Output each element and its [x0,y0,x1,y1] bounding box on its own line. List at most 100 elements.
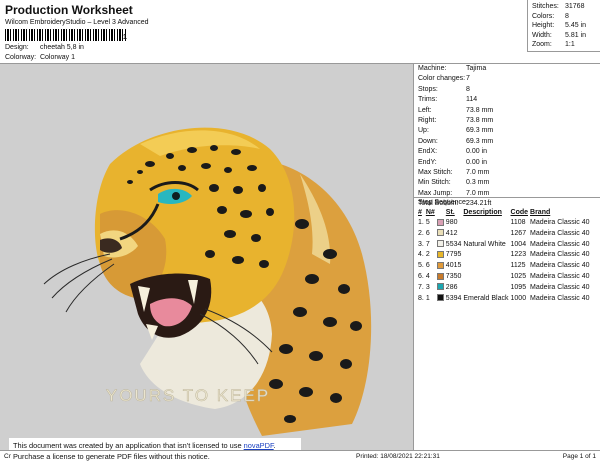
info-value: 8 [466,85,470,93]
stat-row: Width: 5.81 in [532,31,600,41]
info-value: 0.3 mm [466,179,490,187]
color-swatch [436,272,446,283]
design-value: cheetah 5,8 in [39,44,84,51]
col-header: St. [445,209,455,216]
color-swatch [436,261,446,272]
swatch-box [436,272,444,280]
stat-label: Height: [532,22,555,30]
stat-value: 8 [565,12,569,20]
stitch-count: 286 [445,283,458,291]
info-label: EndY: [418,158,437,166]
stop-sequence: Stop Sequence: # N# St. Description Code… [414,197,600,304]
info-label: Min Stitch: [418,179,451,187]
info-row: Color changes:7 [418,74,600,84]
needle-number: 3 [425,283,430,291]
stat-label: Width: [532,31,552,39]
info-label: Stops: [418,85,438,93]
stat-value: 1:1 [565,41,575,49]
info-value: 69.3 mm [466,137,494,145]
stop-sequence-table: # N# St. Description Code Brand 1. 5 980 11… [418,208,592,304]
stitch-count: 412 [445,229,458,237]
col-header: Description [463,209,502,216]
thread-brand: Madeira Classic 40 [530,251,590,259]
design-label: Design: [5,44,29,51]
stop-number: 1. [418,219,424,226]
table-row: 8. 1 5394 Emerald Black 1000 Madeira Classic … [418,294,592,305]
info-label: Left: [418,106,432,114]
info-label: EndX: [418,148,438,156]
table-header-row: # N# St. Description Code Brand [418,208,592,218]
thread-brand: Madeira Classic 40 [530,283,590,291]
info-label: Down: [418,137,438,145]
cheetah-embroidery-image: YOURS TO KEEP [43,127,372,436]
info-label: Up: [418,127,429,135]
color-swatch [436,218,446,229]
table-row: 1. 5 980 1108 Madeira Classic 40 [418,218,592,229]
stitch-count: 5394 [445,294,462,302]
needle-number: 7 [425,240,430,248]
thread-brand: Madeira Classic 40 [530,262,590,270]
info-row: Stops: 8 [418,85,600,95]
col-header [437,208,446,218]
table-row: 4. 2 7795 1223 Madeira Classic 40 [418,250,592,261]
stat-row: Colors: 8 [532,12,600,22]
info-value: 7.0 mm [466,168,490,176]
info-value: 7.0 mm [466,189,490,197]
color-swatch [436,283,446,294]
info-row: Right: 73.8 mm [418,116,600,126]
table-row: 5. 6 4015 1125 Madeira Classic 40 [418,261,592,272]
thread-brand: Madeira Classic 40 [530,272,590,280]
info-label: Max Stitch: [418,168,453,176]
thread-code: 1223 [510,251,527,259]
swatch-box [436,240,444,248]
needle-number: 6 [425,262,430,270]
stat-value: 5.81 in [565,31,587,39]
thread-description: Emerald Black [463,294,509,302]
design-preview: YOURS TO KEEP [0,63,414,450]
thread-brand: Madeira Classic 40 [530,229,590,237]
stop-number: 3. [418,240,424,248]
table-row: 2. 6 412 1267 Madeira Classic 40 [418,229,592,240]
table-row: 3. 7 5534 Natural White 1004 Madeira Classic … [418,240,592,251]
barcode-suffix: 1 [123,34,127,41]
thread-description: Natural White [463,240,506,248]
novapdf-link[interactable]: novaPDF [244,441,274,450]
info-value: 73.8 mm [466,116,494,124]
notice-text: . [273,441,276,450]
col-header: N# [425,209,435,216]
printed-timestamp: Printed: 18/08/2021 22:21:31 [356,453,440,460]
info-label: Right: [418,116,437,124]
page-footer: Cr Printed: 18/08/2021 22:21:31 Page 1 o… [0,450,600,464]
thread-code: 1125 [510,262,526,270]
info-value: 69.3 mm [466,127,494,135]
footer-left: Cr [4,453,11,460]
info-row: Max Stitch: 7.0 mm [418,168,600,178]
needle-number: 6 [425,229,430,237]
thread-description [463,218,510,229]
stop-number: 6. [418,272,424,280]
thread-description [463,229,510,240]
thread-code: 1095 [510,283,527,291]
stitch-count: 5534 [445,240,462,248]
thread-description [463,250,510,261]
color-swatch [436,229,446,240]
summary-stats: Stitches: 31768 Colors: 8 Height: 5.45 in W… [527,0,600,52]
info-row: Min Stitch: 0.3 mm [418,178,600,188]
stop-number: 4. [418,251,424,259]
stat-row: Zoom: 1:1 [532,40,600,50]
table-row: 6. 4 7350 1025 Madeira Classic 40 [418,272,592,283]
stat-row: Stitches: 31768 [532,2,600,12]
stat-value: 5.45 in [565,22,587,30]
barcode [5,29,127,41]
notice-text: This document was created by an applicat… [13,441,244,450]
info-row: Trims: 114 [418,95,600,105]
info-row: Left: 73.8 mm [418,106,600,116]
thread-code: 1108 [510,219,526,226]
thread-code: 1000 [510,294,527,302]
info-value: 7 [466,75,470,83]
needle-number: 5 [425,219,430,226]
swatch-box [436,251,444,259]
design-line: Design: cheetah 5,8 in [5,44,84,51]
info-row: EndY: 0.00 in [418,158,600,168]
col-header: Brand [530,209,551,216]
